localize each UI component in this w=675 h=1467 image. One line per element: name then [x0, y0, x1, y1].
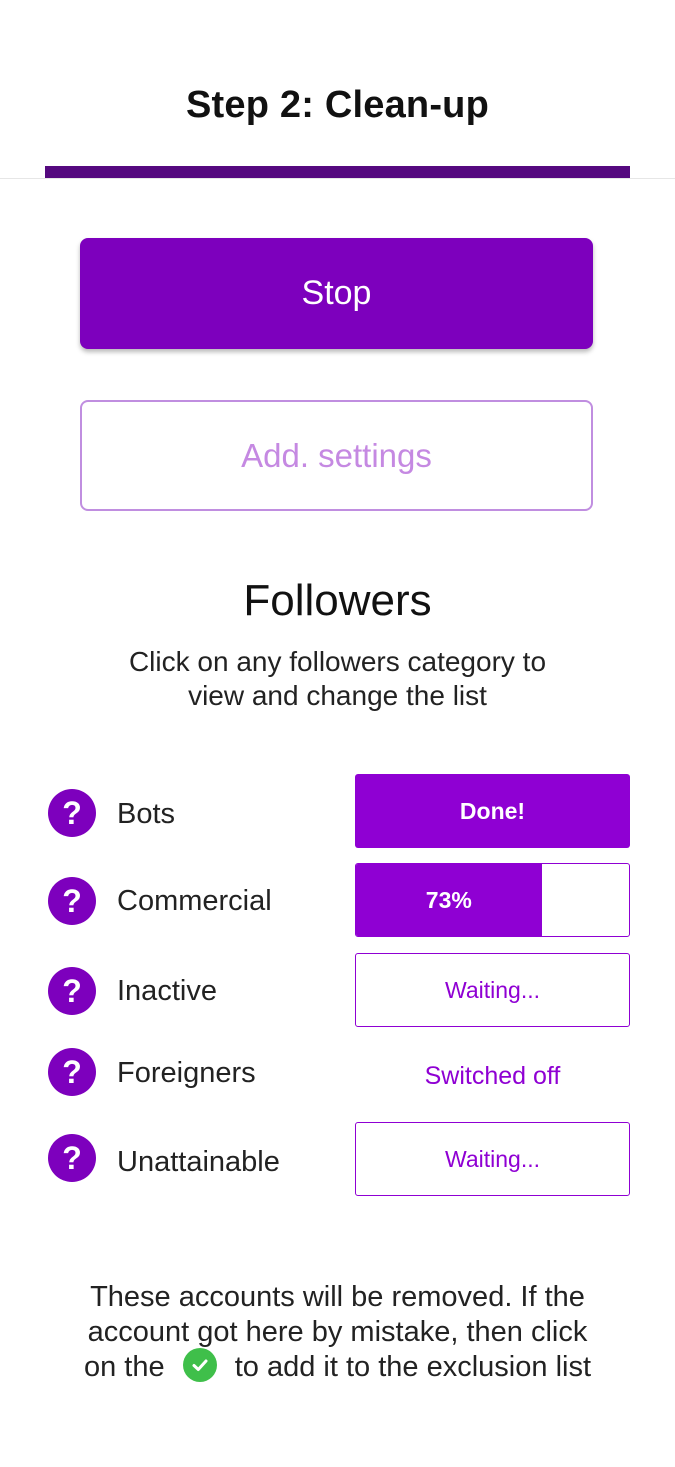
- cleanup-screen: Step 2: Clean-up Stop Add. settings Foll…: [0, 0, 675, 1467]
- category-label: Commercial: [117, 885, 272, 917]
- question-mark-circle-icon[interactable]: ?: [48, 877, 96, 925]
- status-switched-off[interactable]: Switched off: [355, 1039, 630, 1113]
- category-row-inactive[interactable]: ? Inactive Waiting...: [0, 953, 675, 1027]
- category-row-foreigners[interactable]: ? Foreigners Switched off: [0, 1036, 675, 1110]
- category-row-bots[interactable]: ? Bots Done!: [0, 774, 675, 848]
- page-title: Step 2: Clean-up: [185, 84, 489, 126]
- progress-percent: 73%: [425, 886, 472, 913]
- status-done[interactable]: Done!: [355, 774, 630, 848]
- category-label: Foreigners: [117, 1057, 256, 1089]
- followers-heading: Followers: [243, 576, 432, 625]
- check-circle-icon: [182, 1348, 217, 1383]
- stop-button[interactable]: Stop: [80, 238, 593, 349]
- header-divider: [0, 178, 675, 179]
- question-mark-circle-icon[interactable]: ?: [48, 1048, 96, 1096]
- exclusion-note: These accounts will be removed. If the a…: [70, 1280, 605, 1385]
- status-waiting[interactable]: Waiting...: [355, 953, 630, 1027]
- question-mark-circle-icon[interactable]: ?: [48, 967, 96, 1015]
- category-label: Bots: [117, 798, 176, 830]
- category-label: Inactive: [117, 975, 217, 1007]
- status-waiting[interactable]: Waiting...: [355, 1122, 630, 1196]
- step-progress-fill: [45, 166, 630, 178]
- category-label: Unattainable: [117, 1146, 280, 1178]
- status-progress-bar[interactable]: 73%: [355, 863, 630, 937]
- category-row-unattainable[interactable]: ? Unattainable Waiting...: [0, 1122, 675, 1196]
- note-text-after: to add it to the exclusion list: [234, 1351, 592, 1383]
- question-mark-circle-icon[interactable]: ?: [48, 789, 96, 837]
- category-row-commercial[interactable]: ? Commercial 73%: [0, 863, 675, 937]
- step-progress-bar: [45, 166, 630, 178]
- additional-settings-button[interactable]: Add. settings: [80, 400, 593, 511]
- question-mark-circle-icon[interactable]: ?: [48, 1134, 96, 1182]
- followers-subtitle: Click on any followers category to view …: [128, 646, 547, 711]
